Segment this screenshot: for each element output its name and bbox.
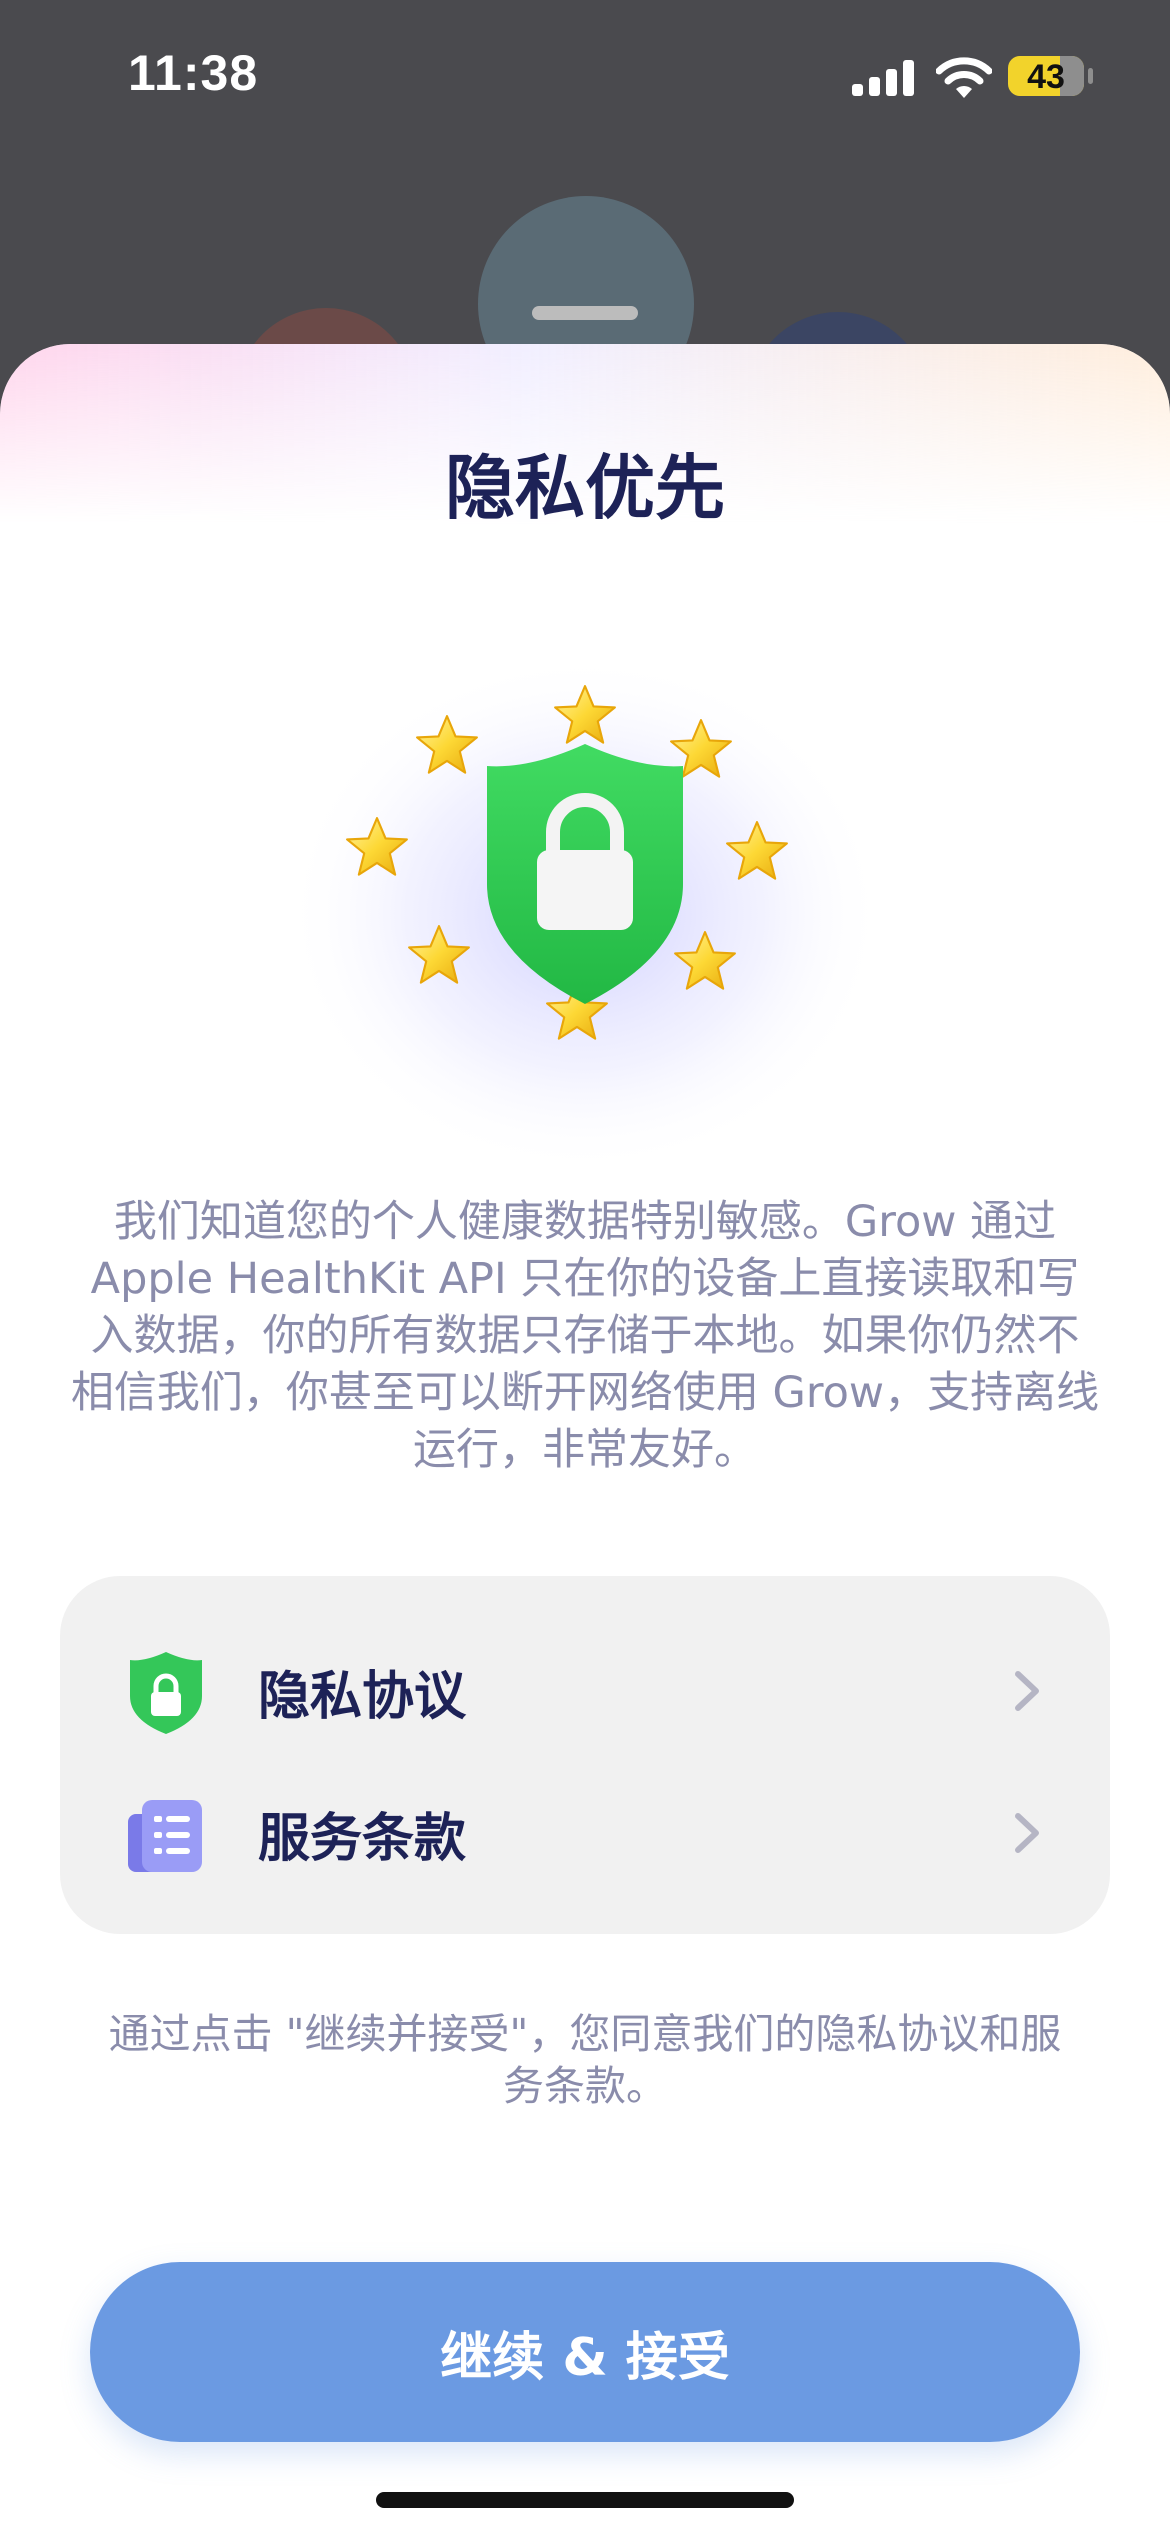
privacy-policy-label: 隐私协议: [258, 1667, 467, 1727]
chevron-right-icon: [1015, 1671, 1039, 1711]
continue-accept-button[interactable]: 继续 & 接受: [90, 2262, 1080, 2442]
home-indicator: [376, 2492, 794, 2508]
status-time: 11:38: [128, 45, 259, 101]
shield-lock-icon: [130, 1652, 202, 1734]
document-icon: [128, 1800, 202, 1872]
battery-icon: 43: [1008, 56, 1084, 96]
privacy-sheet: 隐私优先 我们知道您的个人健康数据特别敏感。Grow 通过 Apple Heal…: [0, 344, 1170, 2532]
privacy-illustration: [285, 584, 885, 1244]
legal-links-card: 隐私协议 服务条款: [60, 1576, 1110, 1934]
wifi-icon: [936, 57, 992, 98]
consent-text: 通过点击 "继续并接受"，您同意我们的隐私协议和服务条款。: [108, 2010, 1062, 2110]
privacy-policy-row[interactable]: 隐私协议: [60, 1612, 1110, 1762]
page-title: 隐私优先: [445, 447, 725, 529]
terms-of-service-row[interactable]: 服务条款: [60, 1754, 1110, 1904]
shield-with-stars-icon: [285, 654, 885, 1174]
status-bar: 11:38 43: [0, 0, 1170, 150]
privacy-description: 我们知道您的个人健康数据特别敏感。Grow 通过 Apple HealthKit…: [70, 1197, 1100, 1475]
chevron-right-icon: [1015, 1813, 1039, 1853]
cellular-signal-icon: [852, 60, 914, 96]
sheet-drag-handle[interactable]: [532, 306, 638, 320]
battery-nub: [1088, 68, 1093, 84]
terms-of-service-label: 服务条款: [258, 1809, 467, 1869]
battery-level: 43: [1027, 58, 1065, 96]
